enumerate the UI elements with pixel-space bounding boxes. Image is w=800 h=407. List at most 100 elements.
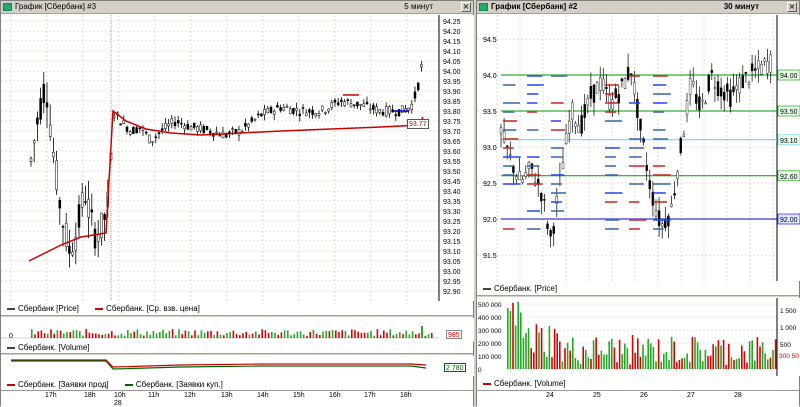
candle-body <box>330 102 334 108</box>
volume-bar <box>261 329 263 338</box>
left-window-titlebar[interactable]: График [Сбербанк] #3 5 минут × <box>1 1 473 14</box>
price-tick-label: 94.25 <box>443 19 461 26</box>
volume-bar <box>354 330 356 338</box>
order-marker <box>629 147 645 149</box>
right-chart-window[interactable]: График [Сбербанк] #2 30 минут × 94.5 94.0… <box>476 0 800 407</box>
left-close-button[interactable]: × <box>461 2 471 12</box>
volume-bar <box>756 337 759 369</box>
right-close-button[interactable]: × <box>787 2 797 12</box>
price-tick-label: 94.20 <box>443 29 461 36</box>
volume-bar <box>267 333 270 338</box>
candle-body <box>413 91 417 99</box>
volume-bar <box>296 331 299 338</box>
volume-bar <box>101 334 103 338</box>
candle-body <box>32 140 36 144</box>
order-marker <box>605 219 620 221</box>
candle-body <box>583 104 586 118</box>
left-orders-pane[interactable]: 2 780 <box>1 356 474 376</box>
volume-bar <box>551 357 553 369</box>
left-time-axis: 17h 18h 10h 11h 12h 13h 14h 15h 16h 17h … <box>1 390 473 407</box>
order-marker <box>629 219 647 221</box>
candle-body <box>521 179 524 183</box>
candle-body <box>128 131 132 135</box>
volume-bar <box>517 301 519 369</box>
left-orders-legend: Сбербанк. [Заявки прод] Сбербанк. [Заявк… <box>1 379 473 390</box>
volume-bar <box>242 333 244 338</box>
volume-bar <box>325 330 327 338</box>
volume-bar <box>239 335 241 338</box>
level-label: 93.10 <box>780 138 798 145</box>
volume-bar <box>670 336 673 369</box>
order-marker <box>653 201 668 203</box>
candle-body <box>52 151 55 158</box>
candle-body <box>336 102 340 106</box>
volume-bar <box>309 331 311 338</box>
left-timeframe: 5 минут <box>404 2 433 11</box>
candle-body <box>250 117 254 122</box>
order-marker <box>605 165 617 167</box>
candle-body <box>103 214 106 220</box>
right-window-titlebar[interactable]: График [Сбербанк] #2 30 минут × <box>477 1 799 14</box>
volume-bar <box>165 333 167 338</box>
candle-body <box>48 124 52 137</box>
volume-bar <box>657 339 660 369</box>
left-price-chart[interactable]: 94.25 94.20 94.15 94.10 94.05 94.00 93.95 93.90… <box>1 15 474 301</box>
candle-body <box>639 118 642 131</box>
volume-bar <box>605 354 608 369</box>
left-volume-value: 985 <box>446 330 462 339</box>
candle-body <box>154 136 158 139</box>
volume-bar <box>171 329 174 338</box>
volume-bar <box>728 343 730 369</box>
order-marker <box>605 201 618 203</box>
left-price-pane[interactable]: 94.25 94.20 94.15 94.10 94.05 94.00 93.95 93.90… <box>1 15 474 301</box>
order-marker <box>551 156 564 158</box>
price-tick-label: 93.65 <box>443 139 461 146</box>
right-volume-pane[interactable]: 500 000 400 000 300 000 200 000 100 000 0 1 50… <box>477 298 800 376</box>
candle-body <box>707 74 710 92</box>
volume-bar <box>774 339 777 369</box>
candle-body <box>679 137 683 154</box>
price-tick-label: 93.55 <box>443 159 461 166</box>
volume-bar <box>665 352 668 369</box>
candle-body <box>132 126 135 134</box>
volume-bar <box>251 333 254 338</box>
right-price-chart[interactable]: 94.5 94.0 93.5 93.0 92.5 92.0 91.5 94.00 93.50 93… <box>477 15 800 281</box>
candle-body <box>543 199 546 201</box>
left-volume-pane[interactable]: 0 985 <box>1 318 474 342</box>
volume-bar <box>37 331 39 338</box>
order-marker <box>605 174 619 176</box>
candle-body <box>68 246 71 254</box>
volume-bar <box>540 327 543 369</box>
candle-body <box>61 226 65 228</box>
candle-body <box>301 107 305 109</box>
volume-bar <box>107 333 110 338</box>
order-marker <box>653 219 671 221</box>
volume-bar <box>303 334 305 338</box>
volume-bar <box>175 335 177 338</box>
candle-body <box>208 130 212 134</box>
time-label: 28 <box>734 392 742 399</box>
volume-bar <box>40 330 43 338</box>
volume-legend-swatch <box>483 382 491 385</box>
candle-body <box>515 176 518 180</box>
left-chart-window[interactable]: График [Сбербанк] #3 5 минут × 94.25 94.2… <box>0 0 474 407</box>
volume-bar <box>277 334 279 338</box>
order-marker <box>503 174 515 176</box>
right-price-pane[interactable]: 94.5 94.0 93.5 93.0 92.5 92.0 91.5 94.00 93.50 93… <box>477 15 800 281</box>
price-tick-label: 94.00 <box>443 69 461 76</box>
price-tick-label: 94.05 <box>443 59 461 66</box>
candle-body <box>732 86 735 93</box>
volume-bar <box>213 335 215 338</box>
volume-bar <box>376 329 379 338</box>
volume-bar <box>91 333 94 338</box>
candle-body <box>595 82 599 94</box>
candle-body <box>586 98 590 106</box>
price-tick-label: 92.95 <box>443 279 461 286</box>
candle-body <box>394 114 398 117</box>
candle-body <box>564 133 568 144</box>
volume-bar <box>95 333 97 338</box>
volume-bar <box>582 346 584 369</box>
volume-bar <box>673 341 675 369</box>
candle-body <box>691 81 695 85</box>
candle-body <box>744 72 748 74</box>
